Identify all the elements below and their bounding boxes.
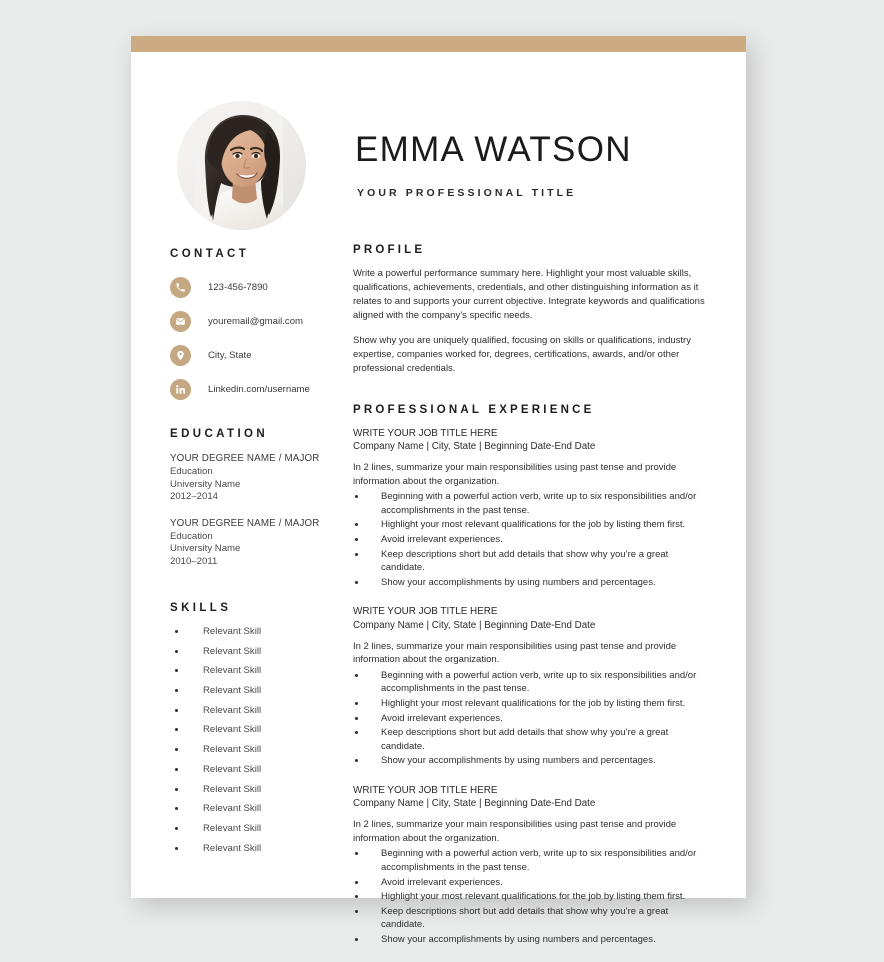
education-degree: YOUR DEGREE NAME / MAJOR (170, 517, 320, 529)
sidebar-column: CONTACT 123-456-7890 youremail@gmail.com… (170, 248, 348, 864)
spacer-profile-experience (353, 387, 709, 404)
education-school: University Name (170, 478, 241, 490)
skills-section: SKILLS Relevant Skill Relevant Skill Rel… (170, 602, 348, 855)
experience-entry: WRITE YOUR JOB TITLE HERE Company Name |… (353, 605, 709, 768)
profile-paragraph: Write a powerful performance summary her… (353, 268, 705, 321)
job-summary: In 2 lines, summarize your main responsi… (353, 640, 677, 666)
contact-location-value: City, State (208, 349, 252, 361)
contact-linkedin-value: Linkedin.com/username (208, 383, 310, 395)
education-heading: EDUCATION (170, 428, 269, 440)
list-item: Beginning with a powerful action verb, w… (367, 847, 709, 874)
phone-icon (170, 276, 191, 298)
experience-entry: WRITE YOUR JOB TITLE HERE Company Name |… (353, 427, 709, 590)
list-item: Keep descriptions short but add details … (367, 726, 709, 753)
contact-phone-value: 123-456-7890 (208, 281, 268, 293)
list-item: Show your accomplishments by using numbe… (367, 933, 709, 947)
list-item: Avoid irrelevant experiences. (367, 533, 709, 547)
list-item: Highlight your most relevant qualificati… (367, 518, 709, 532)
experience-section: PROFESSIONAL EXPERIENCE WRITE YOUR JOB T… (353, 404, 709, 947)
education-entry: YOUR DEGREE NAME / MAJOR Education Unive… (170, 518, 348, 569)
list-item: Keep descriptions short but add details … (367, 905, 709, 932)
list-item: Relevant Skill (187, 705, 348, 717)
job-title: WRITE YOUR JOB TITLE HERE (353, 427, 498, 439)
education-years: 2010–2011 (170, 556, 218, 568)
contact-section: CONTACT 123-456-7890 youremail@gmail.com… (170, 248, 348, 403)
education-school: University Name (170, 543, 241, 555)
list-item: Relevant Skill (187, 685, 348, 697)
list-item: Relevant Skill (187, 626, 348, 638)
job-meta: Company Name | City, State | Beginning D… (353, 441, 596, 453)
envelope-icon (170, 310, 191, 332)
experience-entry: WRITE YOUR JOB TITLE HERE Company Name |… (353, 784, 709, 947)
contact-item-email[interactable]: youremail@gmail.com (170, 307, 348, 335)
list-item: Relevant Skill (187, 646, 348, 658)
avatar (177, 101, 306, 230)
list-item: Relevant Skill (187, 764, 348, 776)
main-column: PROFILE Write a powerful performance sum… (353, 244, 709, 962)
education-field: Education (170, 465, 213, 477)
list-item: Show your accomplishments by using numbe… (367, 576, 709, 590)
contact-item-phone[interactable]: 123-456-7890 (170, 273, 348, 301)
list-item: Relevant Skill (187, 725, 348, 736)
linkedin-icon (170, 378, 191, 400)
job-summary: In 2 lines, summarize your main responsi… (353, 819, 677, 844)
list-item: Beginning with a powerful action verb, w… (367, 669, 709, 696)
resume-body: EMMA WATSON YOUR PROFESSIONAL TITLE CONT… (131, 52, 746, 945)
education-entry: YOUR DEGREE NAME / MAJOR Education Unive… (170, 453, 348, 504)
contact-item-linkedin[interactable]: Linkedin.com/username (170, 375, 348, 403)
skills-list: Relevant Skill Relevant Skill Relevant S… (170, 626, 348, 855)
contact-list: 123-456-7890 youremail@gmail.com City, S… (170, 273, 348, 403)
list-item: Highlight your most relevant qualificati… (367, 697, 709, 711)
job-bullets: Beginning with a powerful action verb, w… (353, 847, 709, 946)
spacer-contact-education (170, 409, 348, 428)
list-item: Relevant Skill (187, 824, 348, 835)
job-title: WRITE YOUR JOB TITLE HERE (353, 784, 498, 796)
list-item: Avoid irrelevant experiences. (367, 712, 709, 726)
job-bullets: Beginning with a powerful action verb, w… (353, 669, 709, 768)
skills-heading: SKILLS (170, 601, 232, 614)
experience-heading: PROFESSIONAL EXPERIENCE (353, 403, 595, 416)
top-accent-bar (131, 36, 746, 52)
list-item: Relevant Skill (187, 666, 348, 677)
list-item: Show your accomplishments by using numbe… (367, 754, 709, 768)
page-title: EMMA WATSON (355, 130, 632, 169)
education-years: 2012–2014 (170, 491, 219, 503)
profile-heading: PROFILE (353, 244, 426, 256)
job-title: WRITE YOUR JOB TITLE HERE (353, 606, 498, 618)
job-summary: In 2 lines, summarize your main responsi… (353, 462, 677, 487)
job-meta: Company Name | City, State | Beginning D… (353, 798, 596, 810)
education-degree: YOUR DEGREE NAME / MAJOR (170, 453, 320, 464)
profile-paragraph: Show why you are uniquely qualified, foc… (353, 334, 691, 374)
contact-item-location[interactable]: City, State (170, 341, 348, 369)
list-item: Relevant Skill (187, 804, 348, 815)
job-bullets: Beginning with a powerful action verb, w… (353, 490, 709, 589)
list-item: Keep descriptions short but add details … (367, 548, 709, 575)
spacer-education-skills (170, 583, 348, 602)
contact-email-value: youremail@gmail.com (208, 315, 304, 327)
professional-title: YOUR PROFESSIONAL TITLE (357, 187, 577, 199)
job-meta: Company Name | City, State | Beginning D… (353, 619, 596, 631)
education-section: EDUCATION YOUR DEGREE NAME / MAJOR Educa… (170, 428, 348, 569)
education-field: Education (170, 530, 213, 542)
list-item: Beginning with a powerful action verb, w… (367, 490, 709, 517)
profile-section: PROFILE Write a powerful performance sum… (353, 244, 709, 376)
list-item: Relevant Skill (187, 843, 348, 855)
contact-heading: CONTACT (170, 248, 250, 260)
list-item: Relevant Skill (187, 784, 348, 796)
list-item: Avoid irrelevant experiences. (367, 876, 709, 890)
list-item: Relevant Skill (187, 745, 348, 756)
list-item: Highlight your most relevant qualificati… (367, 890, 709, 904)
location-pin-icon (170, 344, 191, 366)
resume-header: EMMA WATSON YOUR PROFESSIONAL TITLE (131, 52, 746, 238)
resume-page: EMMA WATSON YOUR PROFESSIONAL TITLE CONT… (131, 36, 746, 945)
